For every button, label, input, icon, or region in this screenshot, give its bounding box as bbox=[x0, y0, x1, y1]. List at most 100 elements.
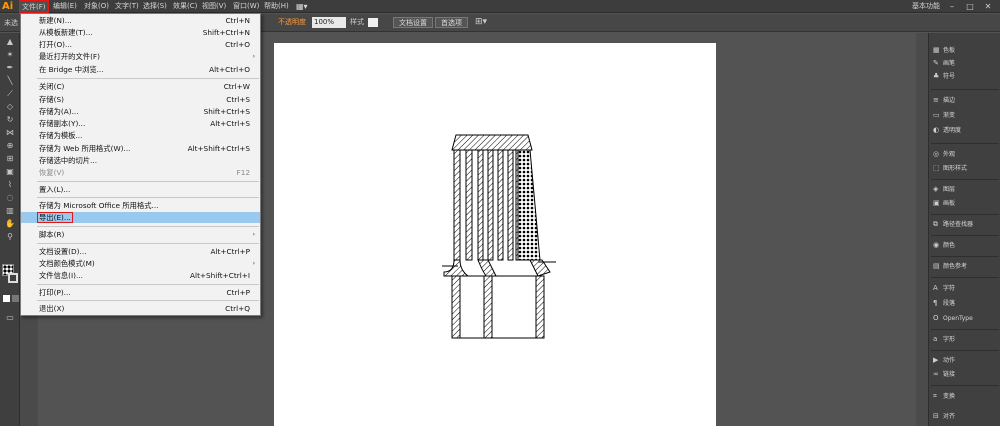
menu-item-save-ms-office[interactable]: 存储为 Microsoft Office 所用格式... bbox=[21, 200, 260, 211]
minimize-icon[interactable]: – bbox=[946, 1, 958, 12]
submenu-arrow-icon: › bbox=[252, 231, 255, 238]
eyedropper-icon[interactable]: ⌇ bbox=[3, 180, 17, 190]
panel-transform[interactable]: ⌗ 变换 bbox=[933, 391, 999, 402]
color-mode-icon[interactable] bbox=[3, 295, 10, 302]
layers-icon: ◈ bbox=[933, 185, 939, 193]
workspace-switcher[interactable]: 基本功能 bbox=[912, 0, 940, 13]
paragraph-icon: ¶ bbox=[933, 299, 938, 307]
window-controls: – □ ✕ bbox=[946, 1, 996, 12]
panel-transparency[interactable]: ◐ 透明度 bbox=[933, 125, 999, 136]
zoom-tool-icon[interactable]: ⚲ bbox=[3, 232, 17, 242]
panel-appearance[interactable]: ◎ 外观 bbox=[933, 149, 999, 160]
panel-layers[interactable]: ◈ 图层 bbox=[933, 184, 999, 195]
menu-type[interactable]: 文字(T) bbox=[115, 0, 139, 13]
menu-item-open-recent[interactable]: 最近打开的文件(F) › bbox=[21, 51, 260, 62]
color-icon: ◉ bbox=[933, 241, 940, 249]
menu-item-new-from-template[interactable]: 从模板新建(T)... Shift+Ctrl+N bbox=[21, 27, 260, 38]
menu-select[interactable]: 选择(S) bbox=[143, 0, 167, 13]
panel-gradient[interactable]: ▭ 渐变 bbox=[933, 110, 999, 121]
menu-file[interactable]: 文件(F) bbox=[19, 0, 49, 13]
panel-graphic-styles[interactable]: ⬚ 图形样式 bbox=[933, 163, 999, 174]
panel-character[interactable]: A 字符 bbox=[933, 283, 999, 294]
width-tool-icon[interactable]: ⋈ bbox=[3, 128, 17, 138]
stroke-swatch-icon[interactable] bbox=[8, 273, 18, 283]
magic-wand-icon[interactable]: ✶ bbox=[3, 50, 17, 60]
panel-color-guide[interactable]: ▤ 颜色参考 bbox=[933, 261, 999, 272]
gradient-icon: ▭ bbox=[933, 111, 940, 119]
file-menu-dropdown: 新建(N)... Ctrl+N 从模板新建(T)... Shift+Ctrl+N 打… bbox=[20, 13, 261, 316]
menu-item-save[interactable]: 存储(S) Ctrl+S bbox=[21, 94, 260, 105]
maximize-icon[interactable]: □ bbox=[964, 1, 976, 12]
gradient-tool-icon[interactable]: ▣ bbox=[3, 167, 17, 177]
selection-tool-icon[interactable]: ▲ bbox=[3, 37, 17, 47]
menu-effect[interactable]: 效果(C) bbox=[173, 0, 197, 13]
menu-item-place[interactable]: 置入(L)... bbox=[21, 184, 260, 195]
menu-item-close[interactable]: 关闭(C) Ctrl+W bbox=[21, 81, 260, 92]
menu-item-file-info[interactable]: 文件信息(I)... Alt+Shift+Ctrl+I bbox=[21, 270, 260, 281]
panel-artboards[interactable]: ▣ 画板 bbox=[933, 198, 999, 209]
menu-item-new[interactable]: 新建(N)... Ctrl+N bbox=[21, 15, 260, 26]
panel-swatches[interactable]: ▦ 色板 bbox=[933, 45, 999, 56]
shape-builder-icon[interactable]: ⊕ bbox=[3, 141, 17, 151]
mesh-tool-icon[interactable]: ⊞ bbox=[3, 154, 17, 164]
rotate-tool-icon[interactable]: ↻ bbox=[3, 115, 17, 125]
panel-glyphs[interactable]: a 字形 bbox=[933, 334, 999, 345]
artboards-icon: ▣ bbox=[933, 199, 940, 207]
symbol-sprayer-icon[interactable]: ◌ bbox=[3, 193, 17, 203]
panel-actions[interactable]: ▶ 动作 bbox=[933, 355, 999, 366]
panel-pathfinder[interactable]: ⧉ 路径查找器 bbox=[933, 219, 999, 230]
eraser-icon[interactable]: ◇ bbox=[3, 102, 17, 112]
app-logo: Ai bbox=[2, 1, 14, 12]
menu-item-export[interactable]: 导出(E)... bbox=[21, 212, 260, 223]
tools-panel: ▲ ✶ ✒ ╲ ⟋ ◇ ↻ ⋈ ⊕ ⊞ ▣ ⌇ ◌ ▥ ✋ ⚲ ▭ bbox=[0, 33, 20, 426]
menu-item-save-for-web[interactable]: 存储为 Web 所用格式(W)... Alt+Shift+Ctrl+S bbox=[21, 143, 260, 154]
menu-item-exit[interactable]: 退出(X) Ctrl+Q bbox=[21, 303, 260, 314]
panel-stroke[interactable]: ≡ 描边 bbox=[933, 95, 999, 106]
menu-bar: Ai 文件(F) 编辑(E) 对象(O) 文字(T) 选择(S) 效果(C) 视… bbox=[0, 0, 1000, 13]
graph-tool-icon[interactable]: ▥ bbox=[3, 206, 17, 216]
align-icon: ⊟ bbox=[933, 412, 939, 420]
menu-item-document-setup[interactable]: 文档设置(D)... Alt+Ctrl+P bbox=[21, 246, 260, 257]
menu-item-document-color-mode[interactable]: 文档颜色模式(M) › bbox=[21, 258, 260, 269]
paintbrush-icon[interactable]: ⟋ bbox=[3, 89, 17, 99]
menu-edit[interactable]: 编辑(E) bbox=[53, 0, 77, 13]
menu-item-save-as[interactable]: 存储为(A)... Shift+Ctrl+S bbox=[21, 106, 260, 117]
hand-tool-icon[interactable]: ✋ bbox=[3, 219, 17, 229]
pen-tool-icon[interactable]: ✒ bbox=[3, 63, 17, 73]
arrange-icon[interactable]: ⊞▾ bbox=[475, 17, 487, 28]
menu-item-open[interactable]: 打开(O)... Ctrl+O bbox=[21, 39, 260, 50]
menu-item-save-slices[interactable]: 存储选中的切片... bbox=[21, 155, 260, 166]
menu-object[interactable]: 对象(O) bbox=[84, 0, 109, 13]
style-swatch[interactable] bbox=[368, 18, 378, 27]
screen-mode-icon[interactable]: ▭ bbox=[3, 313, 17, 323]
menu-help[interactable]: 帮助(H) bbox=[264, 0, 289, 13]
submenu-arrow-icon: › bbox=[252, 53, 255, 60]
blade-illustration[interactable] bbox=[438, 130, 558, 340]
panel-color[interactable]: ◉ 颜色 bbox=[933, 240, 999, 251]
panel-opentype[interactable]: O OpenType bbox=[933, 313, 999, 324]
menu-item-save-copy[interactable]: 存储副本(Y)... Alt+Ctrl+S bbox=[21, 118, 260, 129]
preferences-button[interactable]: 首选项 bbox=[435, 17, 468, 28]
panel-align[interactable]: ⊟ 对齐 bbox=[933, 411, 999, 422]
menu-item-save-template[interactable]: 存储为模板... bbox=[21, 130, 260, 141]
panel-brushes[interactable]: ✎ 画笔 bbox=[933, 58, 999, 69]
menu-view[interactable]: 视图(V) bbox=[202, 0, 226, 13]
opacity-label[interactable]: 不透明度 bbox=[278, 17, 306, 28]
panel-paragraph[interactable]: ¶ 段落 bbox=[933, 298, 999, 309]
menu-item-browse-bridge[interactable]: 在 Bridge 中浏览... Alt+Ctrl+O bbox=[21, 64, 260, 75]
menu-item-print[interactable]: 打印(P)... Ctrl+P bbox=[21, 287, 260, 298]
selection-status: 未选 bbox=[4, 19, 18, 27]
opacity-field[interactable]: 100% bbox=[312, 17, 346, 28]
close-icon[interactable]: ✕ bbox=[982, 1, 994, 12]
gradient-mode-icon[interactable] bbox=[12, 295, 19, 302]
links-icon: ∞ bbox=[933, 370, 939, 378]
panel-links[interactable]: ∞ 链接 bbox=[933, 369, 999, 380]
menu-window[interactable]: 窗口(W) bbox=[233, 0, 259, 13]
opentype-icon: O bbox=[933, 314, 939, 322]
line-tool-icon[interactable]: ╲ bbox=[3, 76, 17, 86]
doc-setup-button[interactable]: 文档设置 bbox=[393, 17, 433, 28]
menu-item-scripts[interactable]: 脚本(R) › bbox=[21, 229, 260, 240]
menu-item-revert: 恢复(V) F12 bbox=[39, 168, 250, 177]
bridge-icon[interactable]: ▦▾ bbox=[296, 0, 308, 13]
panel-symbols[interactable]: ♣ 符号 bbox=[933, 71, 999, 82]
